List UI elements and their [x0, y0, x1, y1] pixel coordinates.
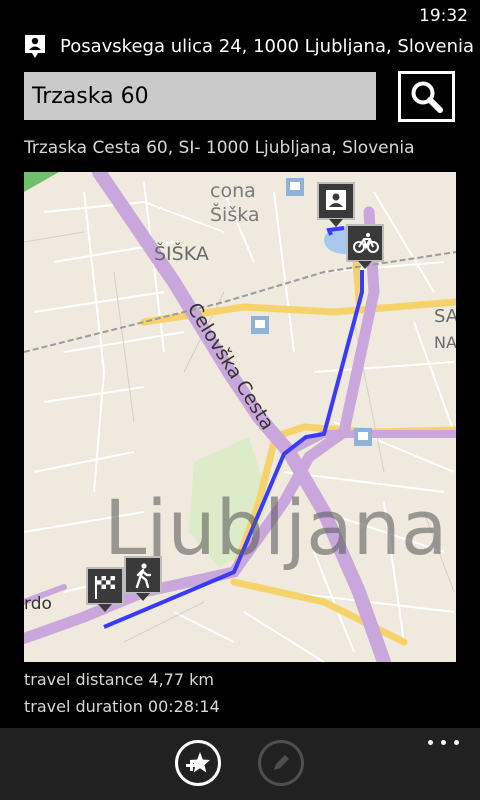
district-label: SA [434, 306, 456, 327]
current-location: Posavskega ulica 24, 1000 Ljubljana, Slo… [0, 32, 480, 62]
bicycle-icon [353, 233, 379, 253]
train-station-icon [286, 178, 304, 196]
status-bar: 19:32 [0, 0, 480, 32]
add-favorite-icon [186, 752, 210, 773]
result-address: Trzaska Cesta 60, SI- 1000 Ljubljana, Sl… [24, 138, 415, 158]
train-station-icon [354, 428, 372, 446]
more-button[interactable] [426, 734, 462, 754]
travel-duration: travel duration 00:28:14 [24, 697, 220, 716]
app-bar [0, 728, 480, 800]
edit-button[interactable] [258, 740, 304, 786]
search-button[interactable] [398, 71, 455, 122]
green-area [24, 172, 59, 192]
walking-icon [135, 563, 152, 589]
checkered-flag-icon [95, 576, 115, 599]
district-label: NA [434, 333, 456, 352]
search-icon [411, 81, 443, 113]
finish-pin[interactable] [86, 567, 124, 612]
walk-pin[interactable] [124, 556, 162, 601]
street-label: rdo [24, 594, 52, 614]
person-pin-icon [25, 35, 45, 58]
current-location-text: Posavskega ulica 24, 1000 Ljubljana, Slo… [60, 36, 475, 57]
person-pin-icon [326, 190, 346, 210]
more-dots-icon [454, 740, 459, 745]
more-dots-icon [441, 740, 446, 745]
district-label: Šiška [210, 202, 260, 226]
travel-distance: travel distance 4,77 km [24, 670, 214, 689]
search-input[interactable] [24, 72, 376, 120]
district-label: cona [210, 180, 256, 202]
clock: 19:32 [419, 6, 468, 26]
district-label: ŠIŠKA [154, 241, 209, 265]
more-dots-icon [428, 740, 433, 745]
pencil-icon [274, 755, 289, 770]
trip-info: travel distance 4,77 km travel duration … [24, 666, 220, 720]
add-favorite-button[interactable] [175, 740, 221, 786]
start-pin[interactable] [317, 182, 355, 227]
bike-pin[interactable] [346, 224, 384, 269]
map[interactable]: cona Šiška ŠIŠKA Celovška Cesta Ljubljan… [24, 172, 456, 662]
train-station-icon [251, 316, 269, 334]
